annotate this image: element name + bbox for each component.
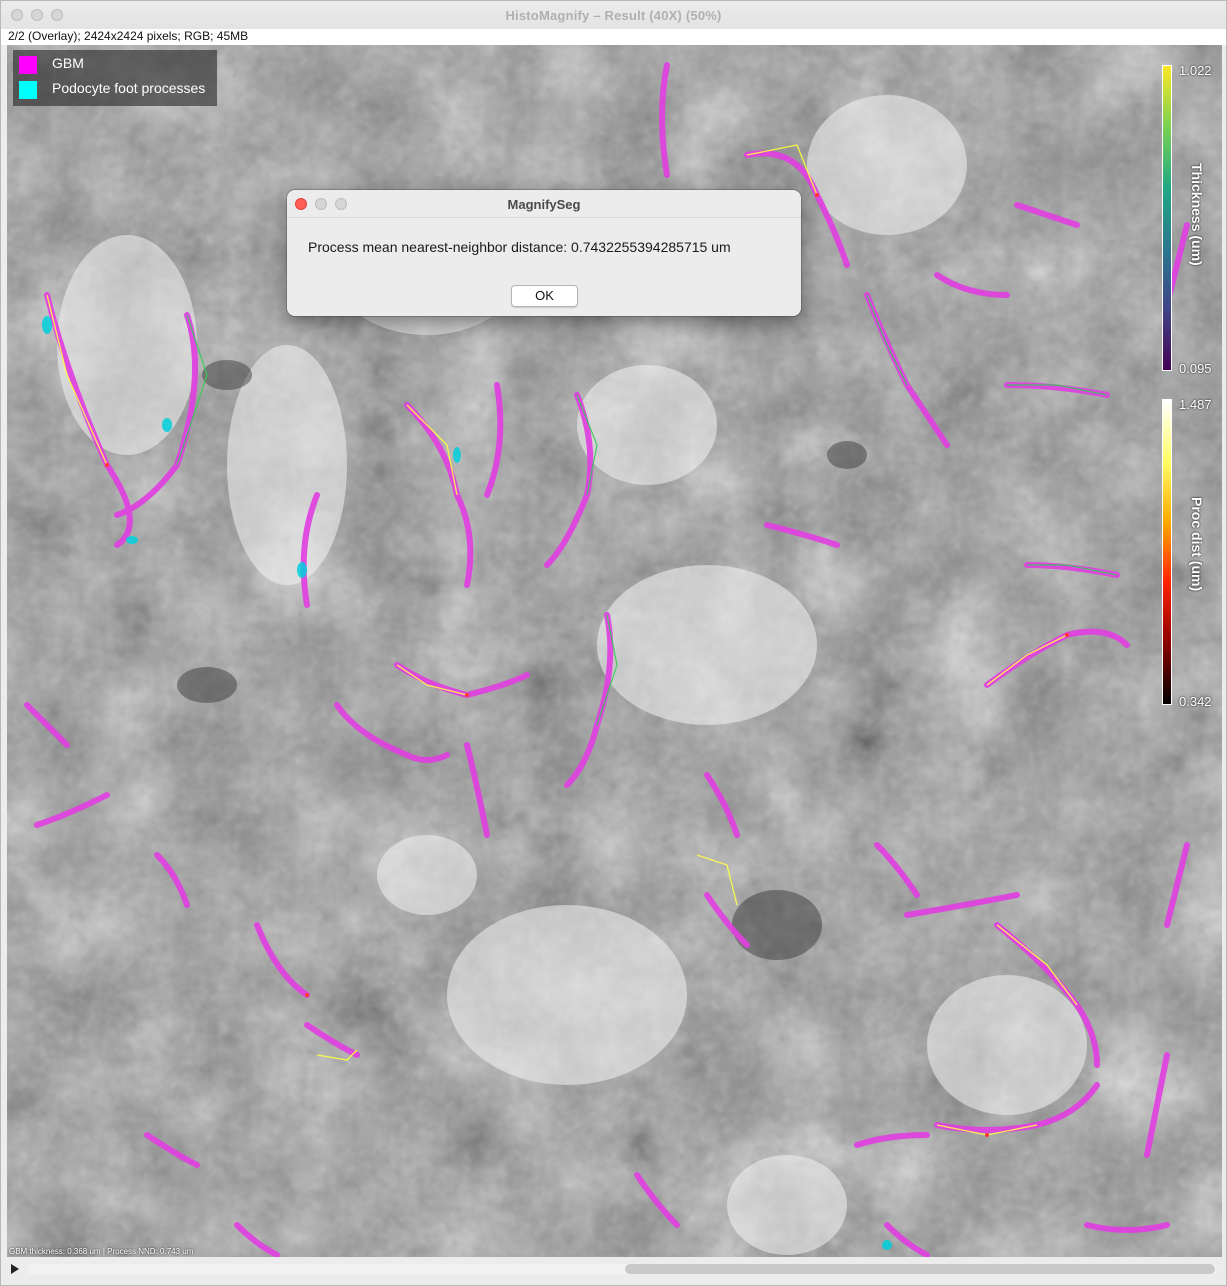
thickness-max-value: 1.022 xyxy=(1179,63,1212,78)
image-info-bar: 2/2 (Overlay); 2424x2424 pixels; RGB; 45… xyxy=(1,29,1226,45)
dialog-title: MagnifySeg xyxy=(507,197,581,212)
window-titlebar[interactable]: HistoMagnify – Result (40X) (50%) xyxy=(1,1,1226,30)
magnifyseg-dialog: MagnifySeg Process mean nearest-neighbor… xyxy=(287,190,801,316)
gbm-color-swatch xyxy=(19,56,37,74)
play-icon[interactable] xyxy=(11,1264,19,1274)
legend-label-gbm: GBM xyxy=(52,55,84,71)
thickness-min-value: 0.095 xyxy=(1179,361,1212,376)
thickness-colorbar: 1.022 0.095 Thickness (um) xyxy=(1157,57,1222,377)
thickness-axis-label: Thickness (um) xyxy=(1189,163,1205,266)
measurement-summary: GBM thickness: 0.368 um | Process NND: 0… xyxy=(9,1247,194,1256)
dialog-message: Process mean nearest-neighbor distance: … xyxy=(308,239,731,255)
stack-slider-thumb[interactable] xyxy=(625,1264,1215,1274)
stack-slider-track[interactable] xyxy=(27,1264,1217,1274)
dialog-titlebar[interactable]: MagnifySeg xyxy=(287,190,801,218)
proc-dist-gradient xyxy=(1162,399,1172,705)
proc-dist-axis-label: Proc dist (um) xyxy=(1189,497,1205,592)
proc-dist-max-value: 1.487 xyxy=(1179,397,1212,412)
legend-label-podocyte: Podocyte foot processes xyxy=(52,80,206,96)
podocyte-color-swatch xyxy=(19,81,37,99)
proc-dist-min-value: 0.342 xyxy=(1179,694,1212,709)
stack-slider-bar xyxy=(7,1259,1222,1281)
image-window: HistoMagnify – Result (40X) (50%) 2/2 (O… xyxy=(0,0,1227,1286)
window-title: HistoMagnify – Result (40X) (50%) xyxy=(505,8,722,23)
thickness-gradient xyxy=(1162,65,1172,371)
overlay-legend: GBM Podocyte foot processes xyxy=(13,50,217,106)
proc-dist-colorbar: 1.487 0.342 Proc dist (um) xyxy=(1157,393,1222,713)
ok-button[interactable]: OK xyxy=(511,285,578,307)
